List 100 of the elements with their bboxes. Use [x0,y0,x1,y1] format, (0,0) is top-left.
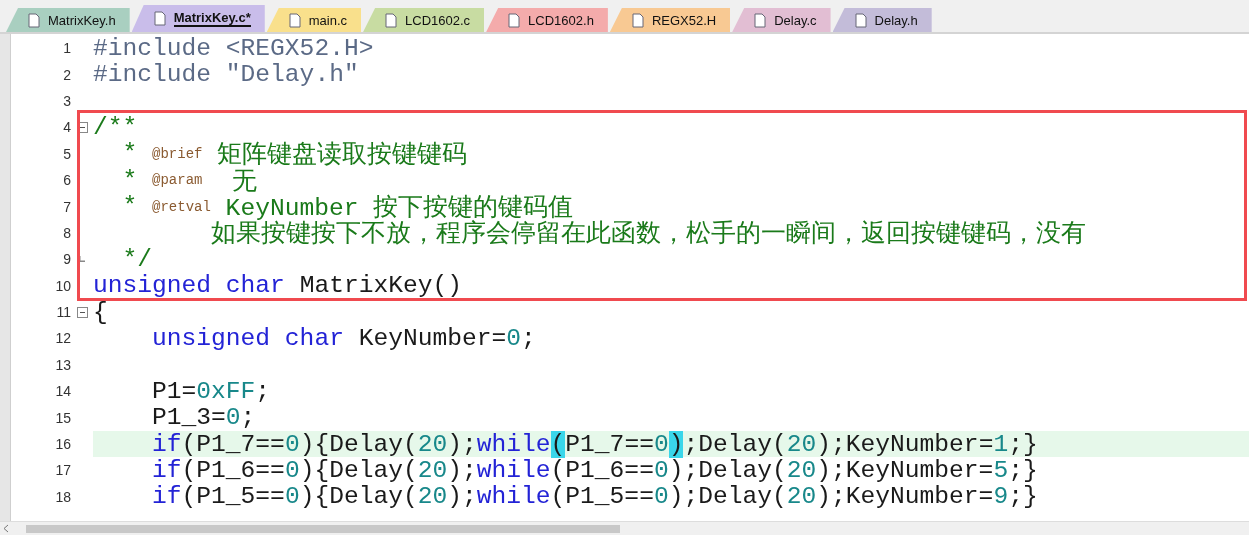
file-icon [508,12,521,28]
file-tab[interactable]: MatrixKey.c* [131,5,265,32]
line-number: 12 [54,330,71,347]
code-text: 0 [653,430,669,458]
code-text: if [151,456,182,484]
line-number: 16 [54,436,71,453]
code-text: );Delay( [668,483,787,511]
code-text: (P1_6== [550,456,654,484]
code-text: P1_7== [565,430,654,458]
code-text: 0 [653,483,669,511]
line-number: 2 [62,66,71,83]
code-text: 0 [284,483,300,511]
file-icon [754,12,767,28]
line-number: 8 [62,224,71,241]
line-number: 13 [54,356,71,373]
code-text: { [93,298,108,326]
matched-brace: ( [550,430,566,458]
file-tab[interactable]: Delay.c [732,8,831,32]
code-text: 20 [786,456,817,484]
matched-brace: ) [668,430,684,458]
code-text: (P1_6== [181,456,285,484]
code-text: ; [255,377,271,405]
line-number: 6 [62,172,71,189]
code-text: unsigned char [93,272,285,300]
code-text: );Delay( [668,456,787,484]
code-text: 20 [417,430,448,458]
code-text: #include <REGX52.H> [93,34,374,62]
fold-toggle-icon[interactable] [76,306,88,318]
code-text: @param [152,172,203,189]
code-text: */ [121,245,153,273]
file-tab[interactable]: REGX52.H [609,8,731,32]
code-text: 如果按键按下不放，程序会停留在此函数，松手的一瞬间，返回按键键码，没有 [210,220,1087,250]
file-tab[interactable]: LCD1602.h [486,8,608,32]
file-tab[interactable]: Delay.h [832,8,932,32]
file-icon [288,12,301,28]
code-text: ;} [1008,430,1038,458]
code-text: if [151,483,182,511]
file-icon [385,12,398,28]
code-text: ;} [1008,483,1038,511]
file-icon [631,12,644,28]
code-text: 5 [993,456,1009,484]
code-text: 0 [225,404,241,432]
line-number: 11 [55,304,71,321]
code-text: * [121,193,139,221]
code-text: 0xFF [196,377,256,405]
code-text: @retval [152,198,211,215]
line-number: 7 [62,198,71,215]
horizontal-scrollbar[interactable] [0,521,1249,535]
code-text: unsigned char [151,325,344,352]
code-text: ); [447,483,477,511]
code-text: 20 [417,456,448,484]
code-text: 20 [417,483,448,511]
code-text: ){Delay( [299,430,418,458]
file-tab[interactable]: main.c [266,8,362,32]
code-text: 0 [284,456,300,484]
code-text: 9 [993,483,1009,511]
code-text: );KeyNumber= [816,483,994,511]
file-icon [153,11,166,26]
code-text: while [476,430,551,458]
code-text: 20 [786,483,817,511]
code-text: ); [447,430,477,458]
line-number: 5 [62,145,71,162]
line-number: 18 [54,488,71,505]
file-icon [28,12,40,28]
line-number: 17 [54,462,71,479]
code-text: while [476,483,551,511]
code-text: ){Delay( [299,483,418,511]
code-text: #include "Delay.h" [93,61,359,89]
line-number: 3 [62,92,71,109]
code-text: P1= [151,377,197,405]
code-text: (P1_5== [181,483,285,511]
code-text: * [121,140,139,168]
code-text: (P1_7== [181,430,285,458]
code-text: @brief [152,145,203,162]
file-tab[interactable]: LCD1602.c [363,8,485,32]
line-number: 4 [62,119,71,136]
code-text: );KeyNumber= [816,456,994,484]
code-text: ;Delay( [683,430,787,458]
code-text: MatrixKey() [298,272,462,300]
code-text: ; [240,404,256,432]
code-text: /** [93,113,138,141]
code-text: 0 [653,456,669,484]
code-text: 1 [993,430,1009,458]
scroll-left-icon[interactable] [3,524,9,533]
line-number: 15 [54,409,71,426]
code-text: 0 [284,430,300,458]
scrollbar-thumb[interactable] [26,525,620,533]
code-text: 0 [506,325,522,352]
code-text: while [476,456,551,484]
file-icon [854,12,867,28]
code-text: P1_3= [151,404,226,432]
code-text: if [151,430,182,458]
line-number: 1 [62,40,71,57]
line-number: 9 [62,251,71,268]
code-text: ; [521,325,536,352]
code-text: ){Delay( [299,456,418,484]
code-text: ); [447,456,477,484]
file-tab[interactable]: MatrixKey.h [6,8,130,32]
code-text: 20 [786,430,817,458]
code-text: ;} [1008,456,1038,484]
